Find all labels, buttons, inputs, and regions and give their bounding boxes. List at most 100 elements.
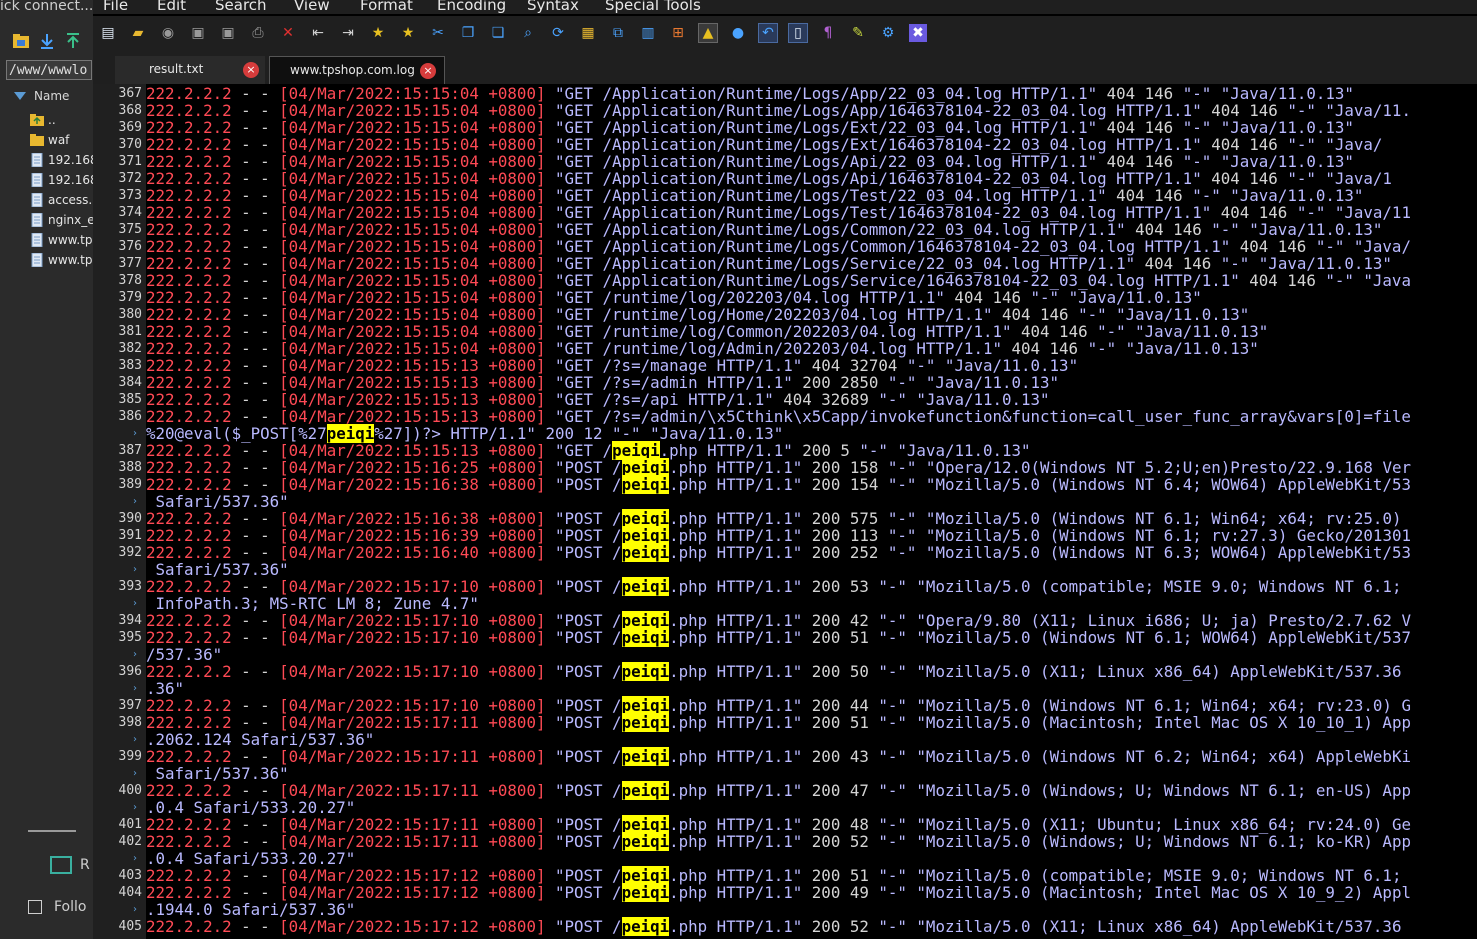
folder-home-icon[interactable] bbox=[12, 32, 30, 50]
referer-user-agent: "-" "Java bbox=[1325, 271, 1411, 290]
tab-close-icon[interactable]: × bbox=[420, 63, 436, 79]
indent-icon[interactable]: ⇥ bbox=[339, 24, 357, 42]
line-number: 377 bbox=[118, 256, 142, 271]
file-list-item[interactable]: www.tp bbox=[30, 230, 93, 250]
new-file-icon[interactable]: ▤ bbox=[99, 24, 117, 42]
compare-icon[interactable]: ⧉ bbox=[609, 24, 627, 42]
copy-icon[interactable]: ❐ bbox=[459, 24, 477, 42]
upload-icon[interactable] bbox=[64, 32, 82, 50]
menu-search[interactable]: Search bbox=[215, 0, 267, 14]
line-number: 402 bbox=[118, 834, 142, 849]
tab-result-txt[interactable]: result.txt × bbox=[115, 56, 265, 84]
outdent-icon[interactable]: ⇤ bbox=[309, 24, 327, 42]
request-line: .php HTTP/1.1" bbox=[669, 917, 803, 936]
follow-checkbox[interactable]: Follo bbox=[28, 896, 93, 918]
line-number: 390 bbox=[118, 511, 142, 526]
log-line: 222.2.2.2 - - [04/Mar/2022:15:15:13 +080… bbox=[146, 441, 1031, 460]
remote-path-input[interactable]: /www/wwwlo bbox=[6, 60, 92, 80]
windows-logo-icon[interactable]: ⊞ bbox=[669, 24, 687, 42]
request-line: .php HTTP/1.1" bbox=[669, 543, 803, 562]
find-replace-icon[interactable]: ⟳ bbox=[549, 24, 567, 42]
marker-icon[interactable]: ✎ bbox=[849, 24, 867, 42]
referer-user-agent: "-" "Mozilla/5.0 (Windows NT 6.4; WOW64)… bbox=[887, 475, 1411, 494]
referer-user-agent: "-" "Mozilla/5.0 (Macintosh; Intel Mac O… bbox=[878, 883, 1411, 902]
status-and-size: 200 52 bbox=[802, 917, 879, 936]
referer-user-agent: "-" "Mozilla/5.0 (X11; Linux x86_64) App… bbox=[878, 662, 1402, 681]
tab-www-tpshop-log[interactable]: www.tpshop.com.log × bbox=[269, 56, 445, 84]
mac-icon[interactable]: ● bbox=[729, 24, 747, 42]
open-folder-icon[interactable]: ▰ bbox=[129, 24, 147, 42]
menu-edit[interactable]: Edit bbox=[157, 0, 186, 14]
panel-splitter[interactable] bbox=[28, 830, 76, 832]
paragraph-icon[interactable]: ¶ bbox=[819, 24, 837, 42]
menu-view[interactable]: View bbox=[294, 0, 330, 14]
highlight-icon[interactable]: ▦ bbox=[579, 24, 597, 42]
search-highlight: peiqi bbox=[621, 713, 670, 732]
request-method: "POST / bbox=[554, 883, 622, 902]
request-method: "POST / bbox=[554, 475, 622, 494]
log-line: 222.2.2.2 - - [04/Mar/2022:15:15:04 +080… bbox=[146, 136, 1382, 153]
log-line: 222.2.2.2 - - [04/Mar/2022:15:17:11 +080… bbox=[146, 747, 1411, 766]
file-name: 192.168 bbox=[48, 173, 93, 187]
file-list-item[interactable]: 192.168 bbox=[30, 150, 93, 170]
save-icon[interactable]: ▣ bbox=[189, 24, 207, 42]
menu-syntax[interactable]: Syntax bbox=[527, 0, 579, 14]
ident-fields: - - bbox=[231, 628, 280, 647]
file-list-item[interactable]: access. bbox=[30, 190, 93, 210]
line-number: 403 bbox=[118, 868, 142, 883]
print-icon[interactable]: ⎙ bbox=[249, 24, 267, 42]
file-list-item[interactable]: www.tp bbox=[30, 250, 93, 270]
log-line: 222.2.2.2 - - [04/Mar/2022:15:15:04 +080… bbox=[146, 102, 1411, 119]
request-line: .php HTTP/1.1" bbox=[669, 747, 803, 766]
menu-special-tools[interactable]: Special Tools bbox=[605, 0, 701, 14]
download-icon[interactable] bbox=[38, 32, 56, 50]
file-list-item[interactable]: nginx_e bbox=[30, 210, 93, 230]
referer-user-agent: "-" "Java/11.0.13" bbox=[1087, 339, 1259, 358]
close-icon[interactable]: ✕ bbox=[279, 24, 297, 42]
tab-close-icon[interactable]: × bbox=[243, 62, 259, 78]
reload-icon[interactable]: ◉ bbox=[159, 24, 177, 42]
menu-encoding[interactable]: Encoding bbox=[437, 0, 506, 14]
folder-up-icon bbox=[30, 113, 44, 127]
line-number: 388 bbox=[118, 460, 142, 475]
word-wrap-icon[interactable]: ▯ bbox=[788, 23, 808, 43]
cut-icon[interactable]: ✂ bbox=[429, 24, 447, 42]
find-icon[interactable]: ⌕ bbox=[519, 24, 537, 42]
menu-format[interactable]: Format bbox=[360, 0, 413, 14]
file-list-item[interactable]: waf bbox=[30, 130, 93, 150]
log-line: 222.2.2.2 - - [04/Mar/2022:15:15:04 +080… bbox=[146, 204, 1411, 221]
log-line-continuation: InfoPath.3; MS-RTC LM 8; Zune 4.7" bbox=[146, 595, 479, 612]
quick-connect-label[interactable]: ick connect... bbox=[0, 0, 93, 16]
name-column-header[interactable]: Name bbox=[6, 86, 93, 106]
windows-icon[interactable]: ▥ bbox=[639, 24, 657, 42]
status-and-size: 200 43 bbox=[802, 747, 879, 766]
log-line: 222.2.2.2 - - [04/Mar/2022:15:17:10 +080… bbox=[146, 628, 1411, 647]
file-browser-panel: ick connect... /www/wwwlo Name .. waf 192.… bbox=[0, 0, 93, 939]
request-line: .php HTTP/1.1" bbox=[669, 713, 803, 732]
wrap-marker-icon: › bbox=[133, 683, 137, 694]
bookmark-icon[interactable]: ★ bbox=[369, 24, 387, 42]
referer-user-agent: "-" "Mozilla/5.0 (Windows NT 6.3; WOW64)… bbox=[887, 543, 1411, 562]
monitor-button[interactable]: R bbox=[50, 854, 93, 876]
paste-icon[interactable]: ❏ bbox=[489, 24, 507, 42]
save-all-icon[interactable]: ▣ bbox=[219, 24, 237, 42]
line-number: 386 bbox=[118, 409, 142, 424]
search-highlight: peiqi bbox=[621, 475, 670, 494]
line-number: 370 bbox=[118, 137, 142, 152]
undo-icon[interactable]: ↶ bbox=[758, 23, 778, 43]
log-line-continuation: Safari/537.36" bbox=[146, 765, 289, 782]
line-number: 394 bbox=[118, 613, 142, 628]
line-number: 385 bbox=[118, 392, 142, 407]
file-list-item[interactable]: .. bbox=[30, 110, 93, 130]
settings-icon[interactable]: ⚙ bbox=[879, 24, 897, 42]
editor-text-area[interactable]: 222.2.2.2 - - [04/Mar/2022:15:15:04 +080… bbox=[146, 84, 1477, 939]
file-list-item[interactable]: 192.168 bbox=[30, 170, 93, 190]
line-number: 398 bbox=[118, 715, 142, 730]
linux-icon[interactable]: ▲ bbox=[698, 23, 718, 43]
referer-user-agent: "-" "Mozilla/5.0 (Macintosh; Intel Mac O… bbox=[878, 713, 1411, 732]
bookmark-next-icon[interactable]: ★ bbox=[399, 24, 417, 42]
close-window-icon[interactable]: ✖ bbox=[909, 24, 927, 42]
menu-file[interactable]: File bbox=[103, 0, 128, 14]
file-icon bbox=[30, 252, 44, 268]
status-and-size: 200 51 bbox=[802, 628, 879, 647]
